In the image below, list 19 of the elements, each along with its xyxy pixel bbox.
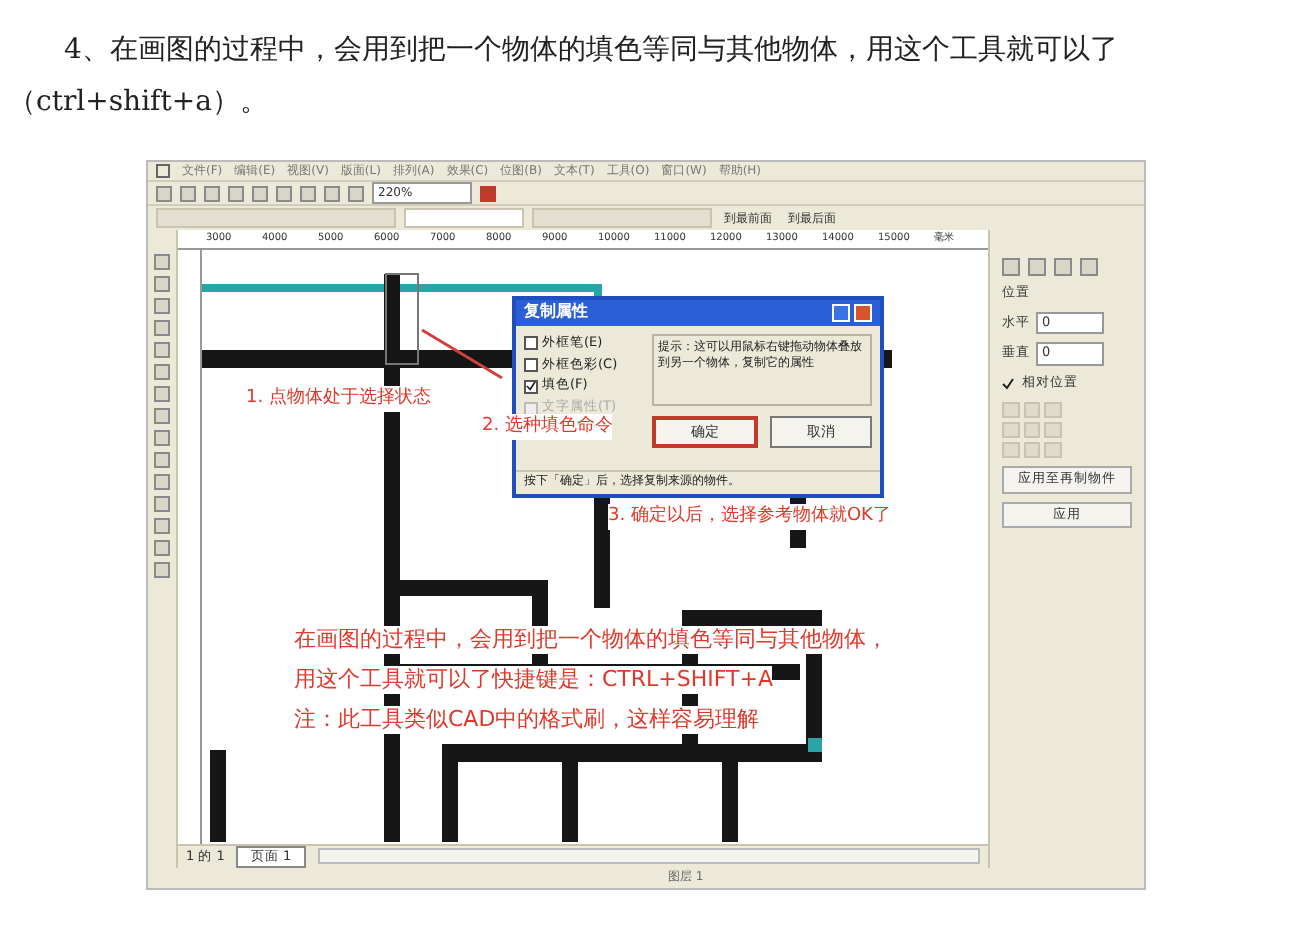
annotation-text: 1. 点物体处于选择状态: [246, 385, 431, 413]
help-icon[interactable]: [832, 303, 850, 322]
checkbox[interactable]: [524, 358, 538, 373]
note-text: 注：此工具类似CAD中的格式刷，这样容易理解: [294, 705, 760, 734]
annotation-text: 2. 选种填色命令: [482, 413, 613, 441]
app-icon: [156, 164, 170, 179]
dialog-title: 复制属性: [524, 300, 588, 325]
annotation-text: 3. 确定以后，选择参考物体就OK了: [608, 503, 891, 531]
check-mark[interactable]: [1002, 378, 1016, 391]
anchor-grid[interactable]: [1002, 401, 1062, 458]
rotation-field[interactable]: [404, 208, 524, 229]
checkbox[interactable]: [524, 379, 538, 394]
size-fields[interactable]: [532, 208, 712, 229]
horizontal-scrollbar[interactable]: [317, 848, 980, 865]
position-fields[interactable]: [156, 208, 396, 229]
intro-paragraph: 4、在画图的过程中，会用到把一个物体的填色等同与其他物体，用这个工具就可以了（ctrl+shift+a）。: [6, 32, 1120, 122]
note-text: 用这个工具就可以了快捷键是：CTRL+SHIFT+A: [294, 665, 773, 694]
close-icon[interactable]: [854, 303, 872, 322]
checkbox[interactable]: [524, 336, 538, 351]
